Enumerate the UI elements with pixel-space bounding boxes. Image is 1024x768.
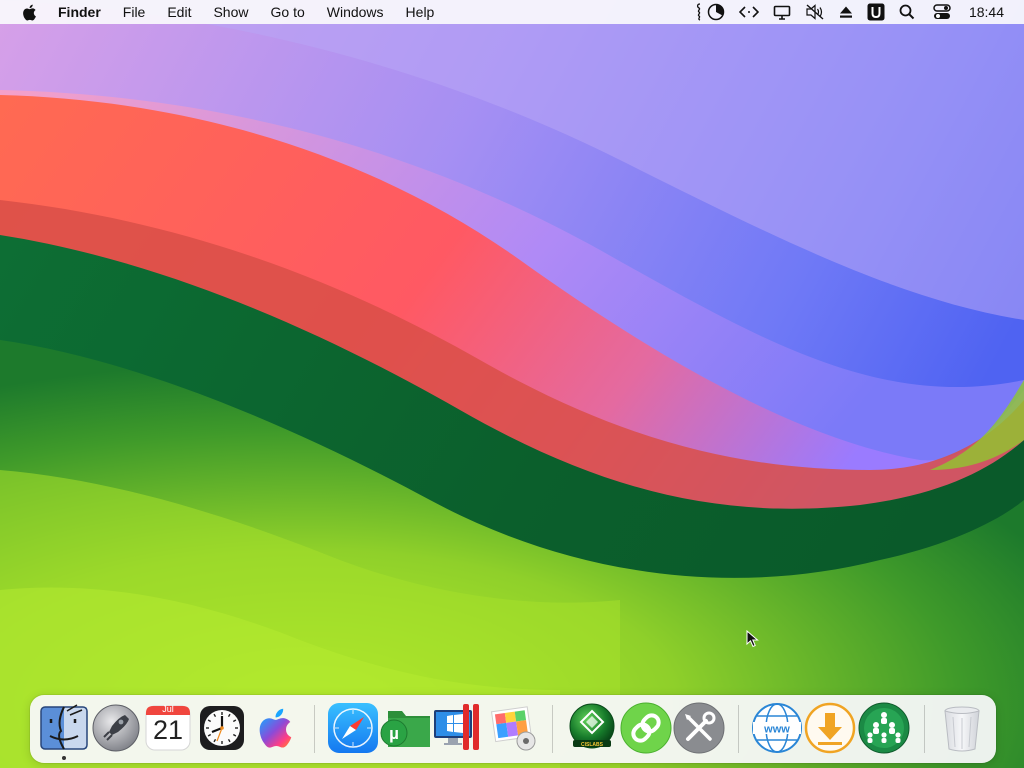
svg-text:CISLABS: CISLABS [581,742,604,748]
dock-trash-icon[interactable] [935,701,989,755]
dock-image-viewer-icon[interactable] [486,701,540,755]
menu-bar-clock[interactable]: 18:44 [969,4,1004,20]
eject-icon[interactable] [839,0,853,24]
u-app-icon[interactable] [867,0,885,24]
dock-www-icon[interactable]: www [750,701,804,755]
display-icon[interactable] [773,0,791,24]
search-icon[interactable] [899,0,915,24]
dock-network-app-icon[interactable] [857,701,911,755]
dock-link-app-icon[interactable] [619,701,673,755]
desktop-wallpaper [0,0,1024,768]
dock-separator [924,705,925,753]
control-center-icon[interactable] [933,0,951,24]
svg-text:µ: µ [389,724,399,743]
menu-bar: Finder File Edit Show Go to Windows Help [0,0,1024,24]
dock-apple-icon[interactable] [247,701,301,755]
dock-system-tools-icon[interactable] [672,701,726,755]
dock-safari-icon[interactable] [326,701,380,755]
dock-separator [738,705,739,753]
dock-parallels-icon[interactable] [433,701,487,755]
calendar-day: 21 [152,715,184,745]
screen-time-icon[interactable] [707,0,725,24]
menu-help[interactable]: Help [406,0,435,24]
dock: Jul 21 µ CISLABS www [30,695,996,763]
apple-menu-icon[interactable] [22,3,40,21]
dock-finder-icon[interactable] [37,701,91,755]
dock-downloader-icon[interactable] [803,701,857,755]
dock-green-disc-app-icon[interactable]: CISLABS [565,701,619,755]
calendar-month: Jul [162,704,174,714]
dock-separator [552,705,553,753]
mute-icon[interactable] [805,0,825,24]
dock-launchpad-icon[interactable] [89,701,143,755]
menu-edit[interactable]: Edit [167,0,191,24]
dock-calendar-icon[interactable]: Jul 21 [141,701,195,755]
script-icon[interactable] [695,0,703,24]
menu-app-finder[interactable]: Finder [58,0,101,24]
code-brackets-icon[interactable] [738,0,759,24]
menu-windows[interactable]: Windows [327,0,384,24]
menu-file[interactable]: File [123,0,146,24]
dock-clock-icon[interactable] [195,701,249,755]
menu-go-to[interactable]: Go to [271,0,305,24]
menu-show[interactable]: Show [213,0,248,24]
svg-text:www: www [763,724,790,736]
mouse-cursor-icon [746,630,759,648]
finder-running-indicator [62,756,66,760]
dock-utorrent-icon[interactable]: µ [380,701,434,755]
dock-separator [314,705,315,753]
